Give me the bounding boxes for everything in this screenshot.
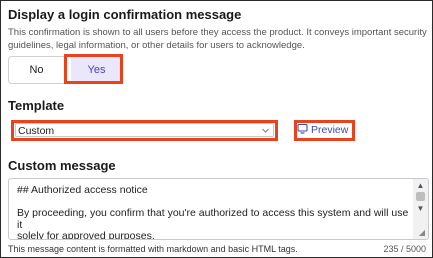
description-line-2: guidelines, legal information, or other … <box>8 40 305 51</box>
chevron-down-icon <box>261 124 270 142</box>
message-line: solely for approved purposes. <box>17 230 155 240</box>
custom-message-textarea[interactable]: ## Authorized access notice By proceedin… <box>8 178 429 240</box>
preview-label: Preview <box>311 124 349 136</box>
character-count: 235 / 5000 <box>383 244 426 254</box>
scroll-down-icon[interactable]: ▼ <box>413 202 428 214</box>
login-message-toggle: No Yes <box>8 56 123 84</box>
message-line: ## Authorized access notice <box>17 184 148 196</box>
login-message-description: This confirmation is shown to all users … <box>8 26 428 52</box>
scroll-up-icon[interactable]: ▲ <box>413 179 428 191</box>
login-message-heading: Display a login confirmation message <box>8 7 242 22</box>
description-line-1: This confirmation is shown to all users … <box>8 27 427 38</box>
custom-message-content: ## Authorized access notice By proceedin… <box>17 184 413 240</box>
settings-panel: Display a login confirmation message Thi… <box>0 0 433 258</box>
option-no-button[interactable]: No <box>9 57 64 83</box>
template-heading: Template <box>8 98 65 113</box>
preview-icon <box>297 123 308 137</box>
format-note: This message content is formatted with m… <box>8 244 298 254</box>
option-yes-button[interactable]: Yes <box>71 57 122 83</box>
message-line: By proceeding, you confirm that you're a… <box>17 207 409 231</box>
custom-message-heading: Custom message <box>8 158 116 173</box>
resize-handle-icon[interactable]: ◢ <box>419 228 425 237</box>
template-select[interactable]: Custom <box>15 123 274 137</box>
template-select-value: Custom <box>18 125 55 137</box>
preview-button[interactable]: Preview <box>297 121 353 139</box>
scroll-thumb[interactable] <box>416 192 425 201</box>
